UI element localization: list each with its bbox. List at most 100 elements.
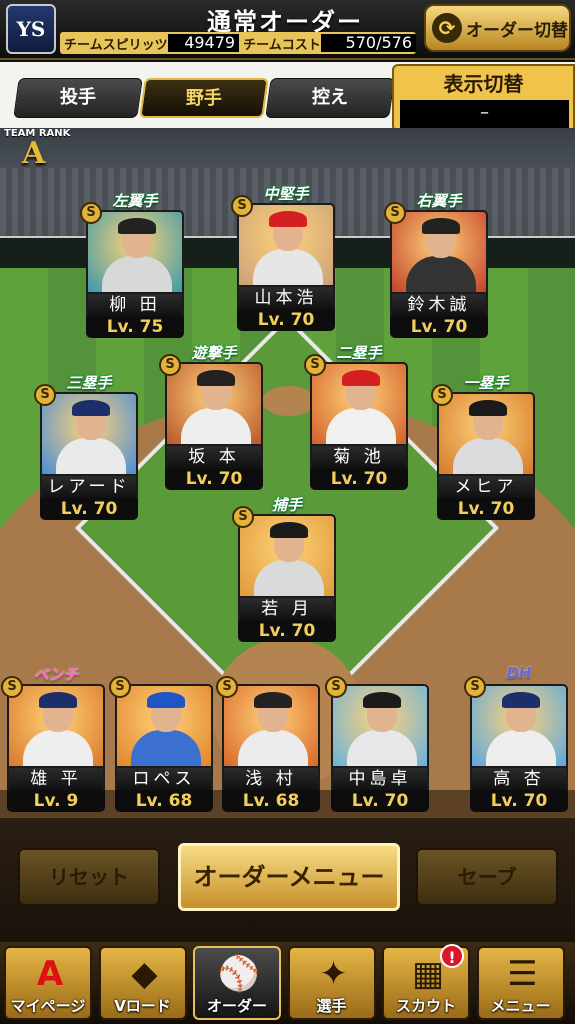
nav-item-menu[interactable]: ☰ メニュー [476, 946, 565, 1020]
player-cap [118, 218, 156, 234]
player-portrait [86, 210, 184, 294]
player-name: 鈴木誠 [390, 294, 488, 316]
player-portrait [238, 514, 336, 598]
player-card-bench-1[interactable]: S ロペス Lv. 68 [109, 664, 213, 812]
player-uniform [253, 249, 323, 285]
player-level: Lv. 70 [437, 498, 535, 520]
nav-label: スカウト [395, 997, 456, 1015]
player-level: Lv. 70 [237, 309, 335, 331]
header: YS 通常オーダー チームスピリッツ 49479 チームコスト 570/576 … [0, 0, 575, 60]
order-switch-button[interactable]: ⟳ オーダー切替 [424, 4, 571, 52]
player-uniform [453, 438, 523, 474]
rarity-s-icon: S [1, 676, 23, 698]
rarity-s-icon: S [325, 676, 347, 698]
player-cap [270, 522, 308, 538]
player-level: Lv. 70 [470, 790, 568, 812]
player-cap [254, 692, 292, 708]
player-portrait [165, 362, 263, 446]
team-stats: チームスピリッツ 49479 チームコスト 570/576 [60, 32, 416, 54]
display-switch-value: – [400, 100, 569, 128]
player-portrait [7, 684, 105, 768]
player-card-bench-2[interactable]: S 浅 村 Lv. 68 [216, 664, 320, 812]
nav-label: Vロード [114, 997, 171, 1015]
team-spirit-value: 49479 [167, 34, 240, 52]
rarity-s-icon: S [80, 202, 102, 224]
player-level: Lv. 68 [115, 790, 213, 812]
tab-fielder[interactable]: 野手 [139, 78, 269, 118]
player-uniform [181, 408, 251, 444]
player-card-dh[interactable]: DH S 高 杏 Lv. 70 [464, 664, 568, 812]
tab-reserve[interactable]: 控え [265, 78, 395, 118]
player-card-fielder-2[interactable]: 右翼手 S 鈴木誠 Lv. 70 [384, 190, 488, 338]
player-name: 若 月 [238, 598, 336, 620]
player-name: 柳 田 [86, 294, 184, 316]
player-portrait [390, 210, 488, 294]
tab-pitcher[interactable]: 投手 [13, 78, 143, 118]
player-card-fielder-1[interactable]: 中堅手 S 山本浩 Lv. 70 [231, 183, 335, 331]
nav-item-vroad[interactable]: ◆ Vロード [98, 946, 187, 1020]
player-uniform [238, 730, 308, 766]
menu-icon: ☰ [507, 954, 538, 994]
player-card-fielder-3[interactable]: 遊撃手 S 坂 本 Lv. 70 [159, 342, 263, 490]
player-uniform [131, 730, 201, 766]
player-level: Lv. 70 [165, 468, 263, 490]
display-switch-label: 表示切替 [443, 72, 524, 96]
player-cap [197, 370, 235, 386]
player-portrait [115, 684, 213, 768]
player-name: 菊 池 [310, 446, 408, 468]
player-uniform [486, 730, 556, 766]
team-rank-value: A [22, 136, 46, 171]
rarity-s-icon: S [109, 676, 131, 698]
nav-item-player[interactable]: ✦ 選手 [287, 946, 376, 1020]
player-card-fielder-5[interactable]: 三塁手 S レアード Lv. 70 [34, 372, 138, 520]
player-level: Lv. 9 [7, 790, 105, 812]
player-name: 坂 本 [165, 446, 263, 468]
player-name: レアード [40, 476, 138, 498]
player-uniform [347, 730, 417, 766]
save-button[interactable]: セーブ [416, 848, 558, 906]
player-cap [269, 211, 307, 227]
rarity-s-icon: S [232, 506, 254, 528]
display-switch-button[interactable]: 表示切替 – [392, 64, 575, 132]
player-name: 中島卓 [331, 768, 429, 790]
rarity-s-icon: S [304, 354, 326, 376]
swap-icon: ⟳ [432, 13, 462, 43]
player-icon: ✦ [319, 954, 348, 994]
reset-button[interactable]: リセット [18, 848, 160, 906]
player-card-fielder-6[interactable]: 一塁手 S メヒア Lv. 70 [431, 372, 535, 520]
order-switch-label: オーダー切替 [466, 20, 568, 41]
player-portrait [331, 684, 429, 768]
nav-item-scout[interactable]: ▦ スカウト! [382, 944, 470, 1020]
player-uniform [23, 730, 93, 766]
bottom-nav: A マイページ ◆ Vロード ⚾ オーダー ✦ 選手 ▦ スカウト! ☰ メニュー [0, 942, 575, 1024]
player-name: 山本浩 [237, 287, 335, 309]
vroad-icon: ◆ [131, 954, 158, 994]
player-card-bench-0[interactable]: ベンチ S 雄 平 Lv. 9 [1, 664, 105, 812]
rarity-s-icon: S [231, 195, 253, 217]
player-uniform [406, 256, 476, 292]
nav-label: オーダー [206, 997, 267, 1015]
team-cost-value: 570/576 [320, 34, 416, 52]
rarity-s-icon: S [431, 384, 453, 406]
player-cap [342, 370, 380, 386]
player-uniform [56, 438, 126, 474]
player-cap [147, 692, 185, 708]
player-card-fielder-7[interactable]: 捕手 S 若 月 Lv. 70 [232, 494, 336, 642]
player-card-bench-3[interactable]: S 中島卓 Lv. 70 [325, 664, 429, 812]
order-menu-button[interactable]: オーダーメニュー [178, 843, 400, 911]
team-logo[interactable]: YS [6, 4, 56, 54]
nav-item-mypage[interactable]: A マイページ [4, 946, 92, 1020]
team-rank: TEAM RANK A [4, 128, 84, 176]
nav-label: マイページ [10, 997, 86, 1015]
player-uniform [254, 560, 324, 596]
nav-item-order[interactable]: ⚾ オーダー [193, 946, 281, 1020]
player-card-fielder-4[interactable]: 二塁手 S 菊 池 Lv. 70 [304, 342, 408, 490]
mypage-icon: A [36, 954, 64, 994]
player-cap [39, 692, 77, 708]
player-name: メヒア [437, 476, 535, 498]
player-uniform [102, 256, 172, 292]
player-card-fielder-0[interactable]: 左翼手 S 柳 田 Lv. 75 [80, 190, 184, 338]
notification-badge: ! [440, 944, 464, 968]
player-level: Lv. 68 [222, 790, 320, 812]
player-portrait [237, 203, 335, 287]
